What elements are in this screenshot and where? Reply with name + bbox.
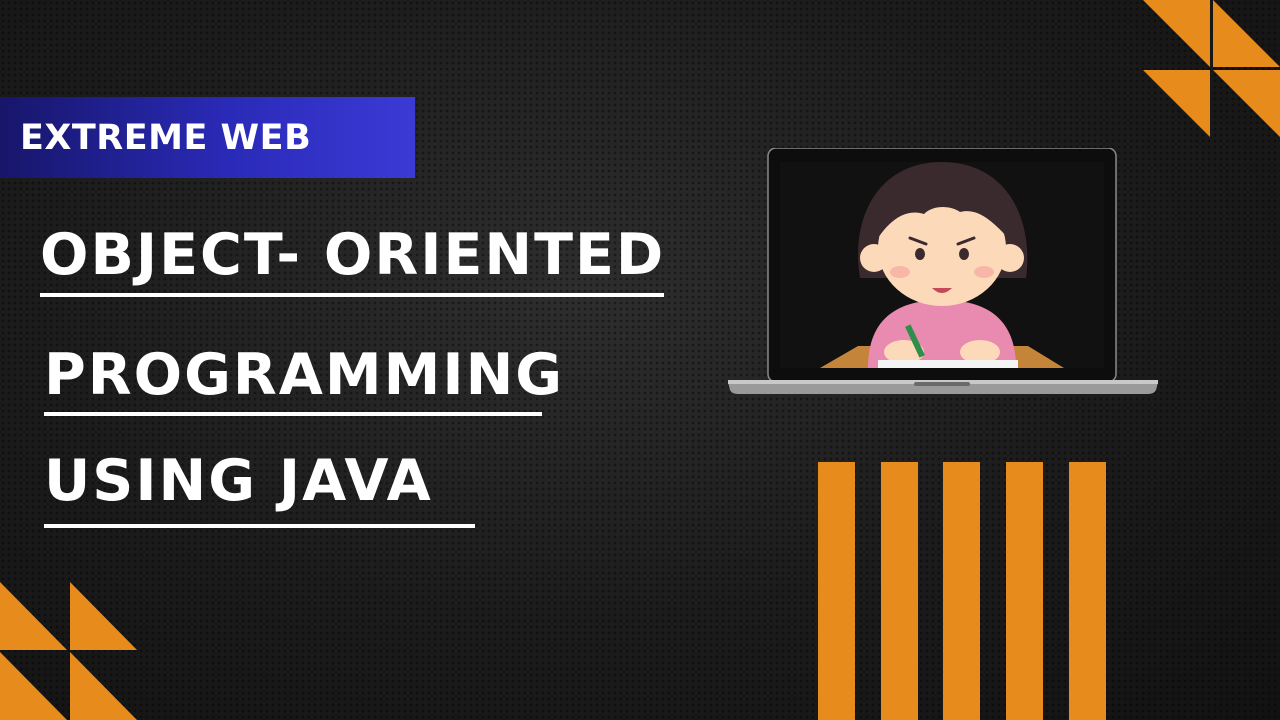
triangle-decoration-bottom-left bbox=[0, 582, 137, 720]
triangle-decoration-top-right bbox=[1143, 0, 1280, 137]
title-line-1: OBJECT- ORIENTED bbox=[40, 222, 666, 288]
brand-banner: EXTREME WEB bbox=[0, 97, 415, 178]
orange-stripe bbox=[818, 462, 855, 720]
orange-stripe bbox=[1006, 462, 1043, 720]
orange-stripe bbox=[1069, 462, 1106, 720]
title-line-2: PROGRAMMING bbox=[44, 342, 565, 408]
orange-stripe bbox=[943, 462, 980, 720]
title-underline-1 bbox=[40, 293, 664, 297]
laptop-illustration bbox=[728, 148, 1158, 394]
title-line-3: USING JAVA bbox=[44, 448, 433, 514]
orange-stripe bbox=[881, 462, 918, 720]
brand-label: EXTREME WEB bbox=[20, 118, 312, 158]
title-underline-3 bbox=[44, 524, 475, 528]
title-underline-2 bbox=[44, 412, 542, 416]
